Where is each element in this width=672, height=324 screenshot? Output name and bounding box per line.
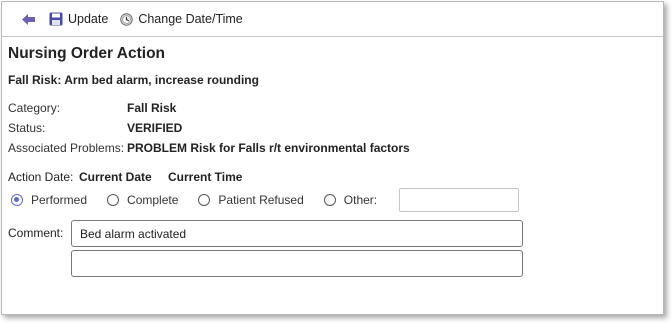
associated-problems-label: Associated Problems:	[8, 141, 125, 155]
radio-complete-label[interactable]: Complete	[127, 193, 178, 207]
current-date-value[interactable]: Current Date	[79, 170, 168, 184]
radio-patient-refused[interactable]: Patient Refused	[198, 193, 304, 207]
comment-inputs: Bed alarm activated	[71, 220, 523, 280]
radio-other-label[interactable]: Other:	[344, 193, 377, 207]
category-value: Fall Risk	[127, 101, 177, 115]
comment-row: Comment: Bed alarm activated	[8, 220, 663, 280]
radio-complete[interactable]: Complete	[107, 193, 178, 207]
other-input[interactable]	[399, 188, 520, 212]
radio-performed[interactable]: Performed	[11, 193, 87, 207]
radio-performed-label[interactable]: Performed	[31, 193, 87, 207]
update-label: Update	[68, 12, 109, 26]
action-date-label: Action Date:	[8, 169, 74, 184]
comment-input-line-2[interactable]	[71, 250, 523, 277]
comment-input-line-1[interactable]: Bed alarm activated	[71, 220, 523, 247]
category-label: Category:	[8, 101, 61, 115]
update-button[interactable]: Update	[49, 12, 108, 26]
field-row-associated-problems: Associated Problems: PROBLEM Risk for Fa…	[8, 138, 663, 158]
order-subtitle: Fall Risk: Arm bed alarm, increase round…	[8, 73, 259, 87]
page-title: Nursing Order Action	[8, 45, 166, 62]
comment-label: Comment:	[8, 226, 64, 240]
radio-complete-circle[interactable]	[107, 194, 120, 206]
radio-other-circle[interactable]	[323, 194, 336, 206]
radio-performed-circle[interactable]	[11, 194, 23, 206]
form-content: Nursing Order Action Fall Risk: Arm bed …	[2, 37, 663, 280]
radio-patient-refused-circle[interactable]	[198, 194, 211, 206]
status-value: VERIFIED	[127, 121, 183, 135]
status-label: Status:	[8, 121, 46, 135]
radio-other[interactable]: Other:	[323, 193, 377, 207]
back-arrow-icon	[22, 13, 35, 25]
radio-patient-refused-label[interactable]: Patient Refused	[218, 193, 303, 207]
action-date-row: Action Date: Current Date Current Time	[8, 168, 663, 185]
field-row-status: Status: VERIFIED	[8, 118, 663, 138]
change-date-time-button[interactable]: Change Date/Time	[120, 12, 243, 26]
change-date-time-label: Change Date/Time	[138, 12, 243, 26]
back-button[interactable]	[22, 13, 35, 25]
nursing-order-action-window: Update Change Date/Time Nursing Order Ac…	[1, 1, 664, 315]
field-row-category: Category: Fall Risk	[8, 98, 663, 118]
clock-icon	[120, 12, 134, 26]
toolbar: Update Change Date/Time	[2, 2, 663, 37]
associated-problems-value: PROBLEM Risk for Falls r/t environmental…	[127, 141, 410, 155]
save-disk-icon	[49, 12, 63, 26]
action-radio-group: Performed Complete Patient Refused Other…	[8, 186, 663, 214]
current-time-value[interactable]: Current Time	[168, 170, 242, 184]
